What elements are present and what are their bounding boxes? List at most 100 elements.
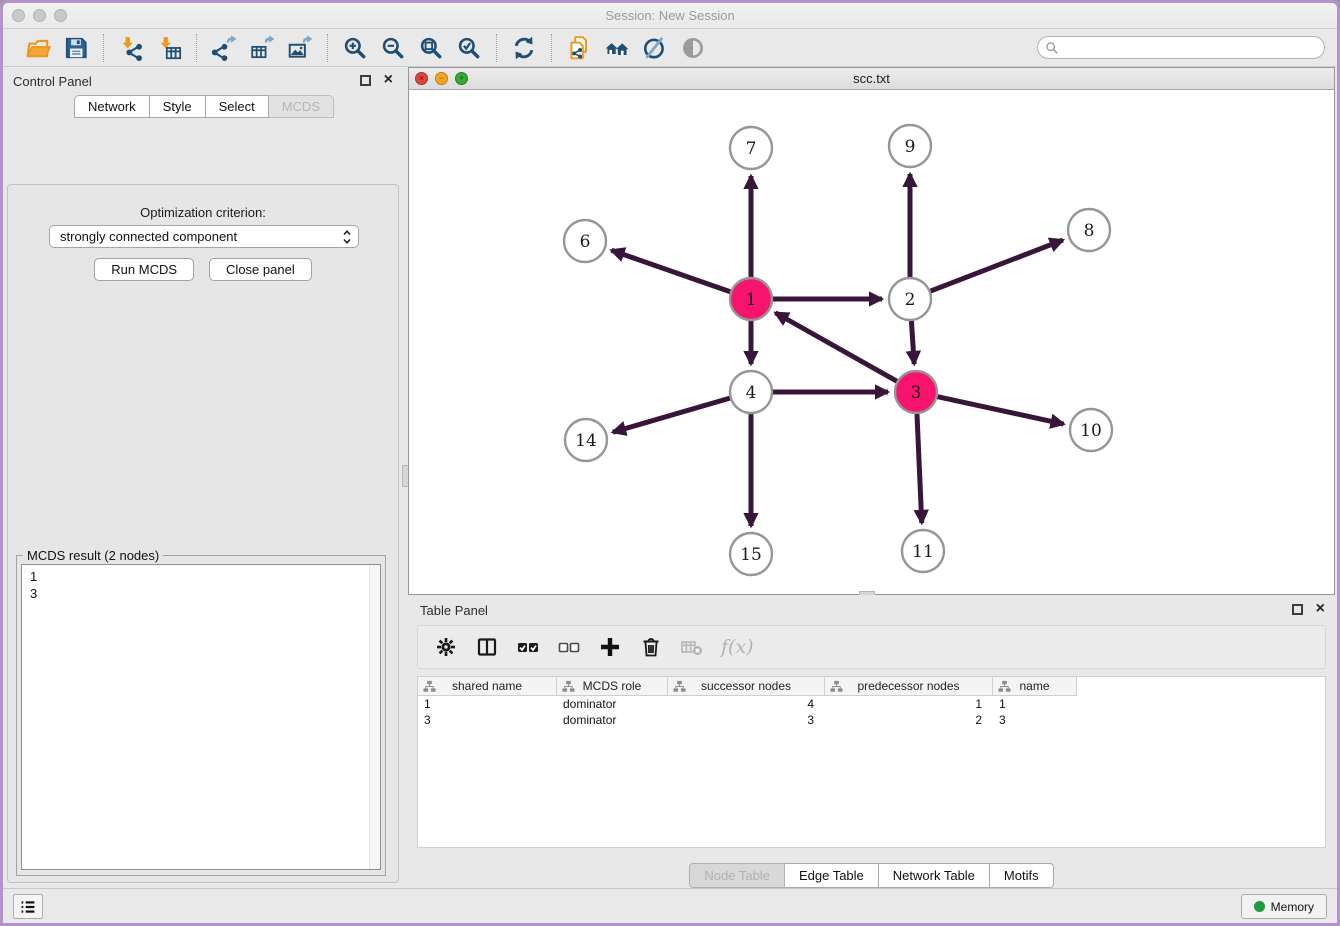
graph-node-6[interactable]: 6 — [564, 220, 606, 262]
column-header-name[interactable]: name — [993, 677, 1077, 696]
table-options-icon[interactable] — [433, 634, 459, 660]
graph-node-3[interactable]: 3 — [895, 371, 937, 413]
graph-node-10[interactable]: 10 — [1070, 409, 1112, 451]
mcds-result-lines: 1 3 — [22, 565, 380, 605]
network-canvas[interactable]: 7 9 6 8 1 2 4 3 14 10 15 11 — [409, 90, 1334, 594]
svg-text:4: 4 — [746, 383, 757, 403]
graph-node-8[interactable]: 8 — [1068, 209, 1110, 251]
graph-node-9[interactable]: 9 — [889, 125, 931, 167]
graph-node-14[interactable]: 14 — [565, 419, 607, 461]
graph-edge-3-10[interactable] — [937, 397, 1063, 424]
mcds-panel: Optimization criterion: strongly connect… — [7, 184, 399, 883]
graph-edge-2-3[interactable] — [911, 321, 914, 364]
table-row[interactable]: 3dominator323 — [418, 712, 1325, 728]
close-panel-icon[interactable]: × — [384, 70, 393, 90]
graph-edge-4-14[interactable] — [613, 398, 730, 432]
import-table-icon[interactable] — [154, 33, 184, 63]
graph-node-4[interactable]: 4 — [730, 371, 772, 413]
toolbar-group — [551, 34, 720, 62]
main-toolbar — [3, 29, 1337, 67]
network-window-titlebar: × − + scc.txt — [409, 68, 1334, 90]
import-network-icon[interactable] — [116, 33, 146, 63]
graph-node-11[interactable]: 11 — [902, 530, 944, 572]
tab-network[interactable]: Network — [74, 95, 150, 118]
float-panel-icon[interactable] — [360, 75, 371, 86]
export-table-icon[interactable] — [247, 33, 277, 63]
tab-node-table[interactable]: Node Table — [689, 863, 785, 888]
copy-network-icon[interactable] — [564, 33, 594, 63]
tab-mcds[interactable]: MCDS — [269, 95, 334, 118]
app-window: Session: New Session Control Panel × Net… — [0, 0, 1340, 926]
result-scrollbar[interactable] — [369, 565, 380, 869]
column-header-successor-nodes[interactable]: successor nodes — [668, 677, 825, 696]
home-view-icon[interactable] — [602, 33, 632, 63]
graph-node-1[interactable]: 1 — [730, 278, 772, 320]
mcds-result-list[interactable]: 1 3 — [21, 564, 381, 870]
apply-layout-icon[interactable] — [509, 33, 539, 63]
save-session-icon[interactable] — [61, 33, 91, 63]
control-panel: Control Panel × NetworkStyleSelectMCDS O… — [3, 67, 405, 887]
column-label: predecessor nodes — [857, 679, 959, 693]
tab-motifs[interactable]: Motifs — [990, 863, 1054, 888]
tab-edge-table[interactable]: Edge Table — [785, 863, 879, 888]
zoom-out-icon[interactable] — [378, 33, 408, 63]
column-header-predecessor-nodes[interactable]: predecessor nodes — [825, 677, 993, 696]
table-cell: 1 — [418, 696, 557, 712]
criterion-select[interactable]: strongly connected component — [49, 225, 359, 248]
export-image-icon[interactable] — [285, 33, 315, 63]
titlebar: Session: New Session — [3, 3, 1337, 29]
function-builder-icon: f(x) — [720, 634, 746, 660]
graph-edge-3-11[interactable] — [917, 414, 922, 523]
deselect-all-icon[interactable] — [556, 634, 582, 660]
graph-edge-3-1[interactable] — [775, 313, 896, 381]
table-float-icon[interactable] — [1292, 604, 1303, 615]
toolbar-group — [103, 34, 196, 62]
fit-content-icon[interactable] — [416, 33, 446, 63]
tab-select[interactable]: Select — [206, 95, 269, 118]
optimization-label: Optimization criterion: — [8, 205, 398, 220]
graph-edge-2-8[interactable] — [931, 240, 1063, 291]
control-panel-tabs: NetworkStyleSelectMCDS — [3, 95, 405, 118]
column-label: name — [1019, 679, 1049, 693]
memory-button[interactable]: Memory — [1241, 894, 1327, 919]
column-tree-icon — [423, 680, 436, 699]
node-table-rows: 1dominator4113dominator323 — [418, 696, 1325, 728]
table-cell: 4 — [668, 696, 825, 712]
show-columns-icon[interactable] — [474, 634, 500, 660]
hide-selected-icon[interactable] — [640, 33, 670, 63]
column-label: successor nodes — [701, 679, 791, 693]
delete-rows-icon[interactable] — [638, 634, 664, 660]
select-all-icon[interactable] — [515, 634, 541, 660]
graph-edge-1-6[interactable] — [611, 250, 730, 292]
run-mcds-button[interactable]: Run MCDS — [94, 258, 194, 281]
open-session-icon[interactable] — [23, 33, 53, 63]
toolbar-group — [327, 34, 496, 62]
tab-style[interactable]: Style — [150, 95, 206, 118]
network-graph[interactable]: 7 9 6 8 1 2 4 3 14 10 15 11 — [409, 90, 1334, 594]
control-panel-header: Control Panel × — [3, 67, 405, 95]
zoom-in-icon[interactable] — [340, 33, 370, 63]
table-row[interactable]: 1dominator411 — [418, 696, 1325, 712]
graphics-details-icon — [678, 33, 708, 63]
new-column-icon[interactable] — [597, 634, 623, 660]
close-panel-button[interactable]: Close panel — [209, 258, 312, 281]
node-table[interactable]: shared nameMCDS role successor nodes prede… — [417, 676, 1326, 848]
column-header-shared-name[interactable]: shared name — [418, 677, 557, 696]
column-tree-icon — [562, 680, 575, 699]
column-header-MCDS-role[interactable]: MCDS role — [557, 677, 668, 696]
export-network-icon[interactable] — [209, 33, 239, 63]
toolbar-group — [496, 34, 551, 62]
task-history-button[interactable] — [13, 894, 43, 919]
tab-network-table[interactable]: Network Table — [879, 863, 990, 888]
svg-text:8: 8 — [1084, 221, 1095, 241]
search-input[interactable] — [1059, 38, 1324, 57]
table-close-icon[interactable]: × — [1316, 599, 1325, 619]
svg-text:15: 15 — [740, 545, 762, 565]
table-cell: dominator — [557, 712, 668, 728]
zoom-selected-icon[interactable] — [454, 33, 484, 63]
delete-table-icon — [679, 634, 705, 660]
graph-node-2[interactable]: 2 — [889, 278, 931, 320]
graph-node-7[interactable]: 7 — [730, 127, 772, 169]
graph-node-15[interactable]: 15 — [730, 533, 772, 575]
search-box[interactable] — [1037, 36, 1325, 59]
